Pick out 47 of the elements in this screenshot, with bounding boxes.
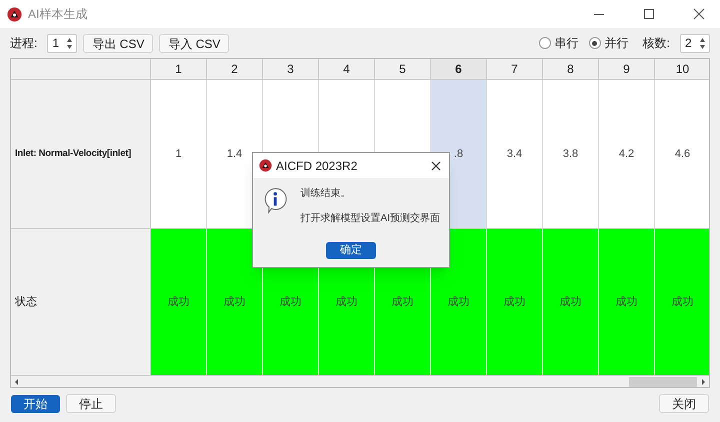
column-header[interactable]: 10 — [655, 59, 709, 79]
table-cell: 成功 — [487, 229, 543, 375]
number-spinner[interactable]: 1 — [47, 34, 78, 52]
table-cell: 1 — [151, 80, 207, 228]
cores-label: 核数: — [642, 35, 670, 52]
mode-label: 并行 — [604, 35, 629, 52]
dialog-title: AICFD 2023R2 — [276, 158, 358, 174]
column-header[interactable]: 9 — [599, 59, 655, 79]
horizontal-scrollbar[interactable] — [11, 375, 709, 387]
column-header[interactable]: 2 — [207, 59, 263, 79]
table-cell: 3.4 — [487, 80, 543, 228]
mode-label: 串行 — [554, 35, 579, 52]
start-button[interactable]: 开始 — [11, 394, 60, 412]
dialog-message: 训练结束。 — [300, 186, 352, 201]
export-csv-button[interactable]: 导出 CSV — [83, 34, 154, 52]
radio-button[interactable] — [588, 37, 601, 49]
table-cell: 4.6 — [655, 80, 709, 228]
process-label: 进程: — [10, 35, 38, 52]
column-header[interactable]: 1 — [151, 59, 207, 79]
column-header[interactable]: 4 — [319, 59, 375, 79]
table-cell: 成功 — [543, 229, 599, 375]
ok-button[interactable]: 确定 — [326, 242, 376, 259]
close-icon[interactable] — [693, 8, 705, 20]
info-icon — [262, 186, 289, 214]
table-cell: 成功 — [207, 229, 263, 375]
import-csv-button[interactable]: 导入 CSV — [159, 34, 230, 52]
maximize-icon[interactable] — [643, 8, 655, 20]
column-header[interactable]: 6 — [431, 59, 487, 79]
stop-button[interactable]: 停止 — [66, 394, 116, 413]
column-header[interactable]: 7 — [487, 59, 543, 79]
table-cell: 成功 — [431, 229, 487, 375]
table-cell: 成功 — [599, 229, 655, 375]
table-cell: 成功 — [151, 229, 207, 375]
number-spinner[interactable]: 2 — [680, 34, 710, 52]
row-header[interactable]: 状态 — [11, 229, 151, 375]
app-logo-icon — [259, 159, 272, 172]
column-header[interactable]: 3 — [263, 59, 319, 79]
close-icon[interactable] — [431, 160, 441, 170]
close-button[interactable]: 关闭 — [659, 394, 709, 413]
radio-button[interactable] — [538, 37, 551, 49]
window-title: AI样本生成 — [28, 6, 88, 23]
table-cell: 成功 — [655, 229, 709, 375]
table-cell: 4.2 — [599, 80, 655, 228]
table-cell: 3.8 — [543, 80, 599, 228]
app-logo-icon — [7, 6, 22, 22]
column-header[interactable]: 8 — [543, 59, 599, 79]
row-header[interactable]: Inlet: Normal-Velocity[inlet] — [11, 80, 151, 228]
